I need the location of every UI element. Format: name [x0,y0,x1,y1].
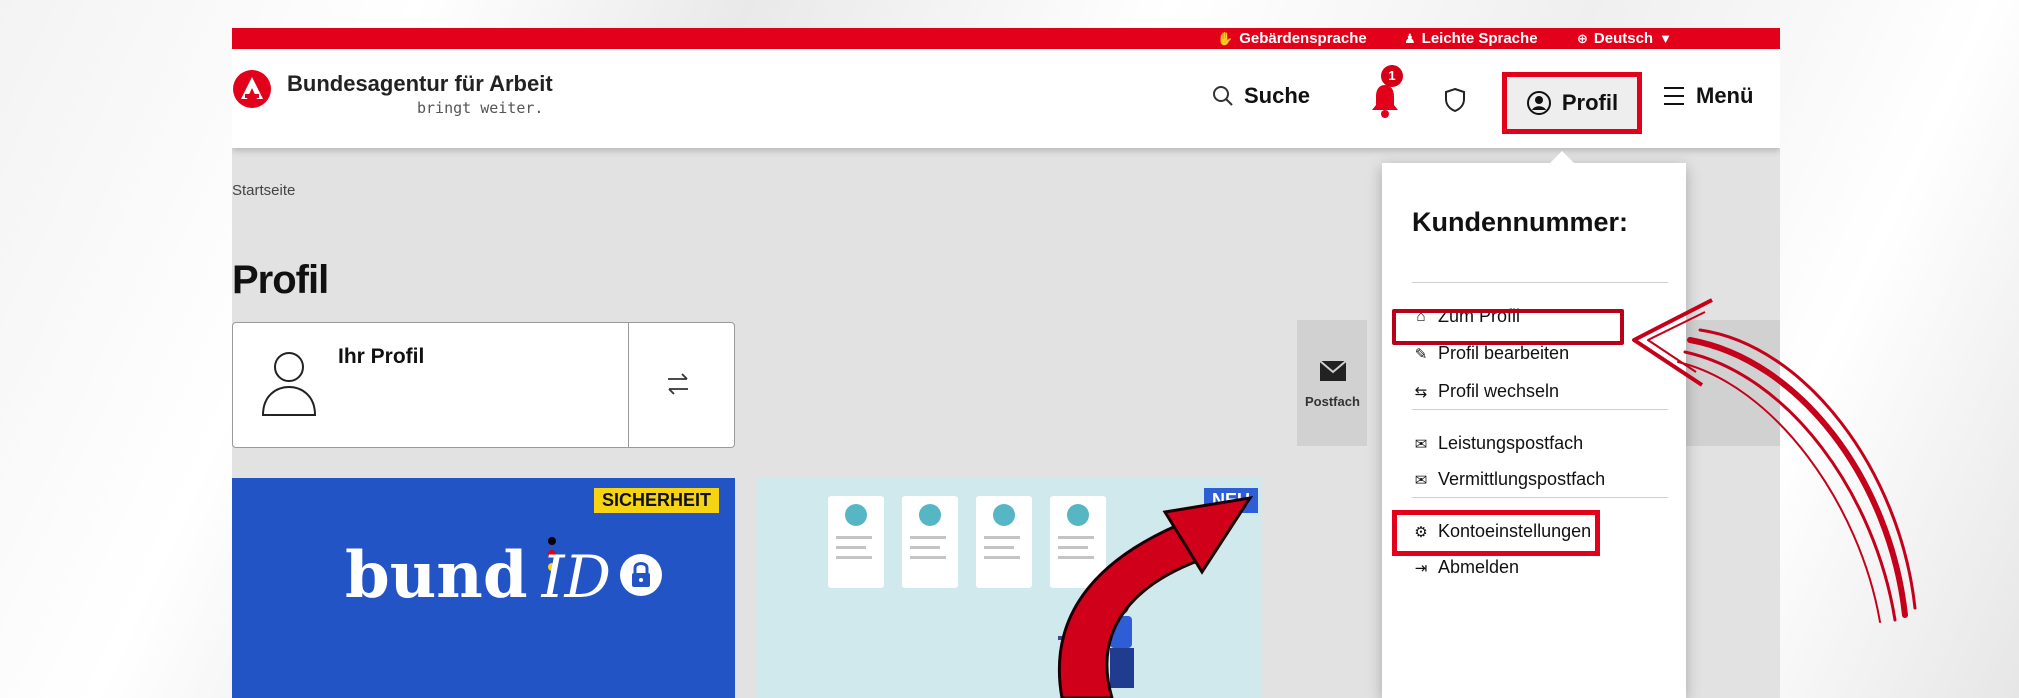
search-button[interactable]: Suche [1212,83,1310,109]
switch-arrows-icon: ⇆ [1414,383,1428,401]
search-icon [1213,86,1233,106]
highlight-profil-bearbeiten [1392,309,1624,345]
envelope-icon [1319,360,1347,381]
postfach-tile[interactable]: Postfach [1297,320,1367,446]
brand-name[interactable]: Bundesagentur für Arbeit [287,71,553,97]
site-header: Bundesagentur für Arbeit bringt weiter. … [232,49,1780,148]
profile-illustration [1050,496,1106,588]
illustration-profiles [828,496,1106,588]
dropdown-divider [1412,497,1668,498]
bund-id-card[interactable]: SICHERHEIT bund ID [232,478,735,698]
logout-icon: ⇥ [1414,559,1428,577]
hand-icon: ✋ [1217,30,1234,46]
menu-item-profil-wechseln[interactable]: ⇆ Profil wechseln [1412,381,1559,402]
menu-item-abmelden[interactable]: ⇥ Abmelden [1412,557,1519,578]
profile-illustration [976,496,1032,588]
new-tag: NEU [1204,488,1259,513]
new-feature-card[interactable]: NEU [758,478,1261,698]
profile-illustration [902,496,958,588]
profile-card[interactable]: Ihr Profil [232,322,735,448]
profile-card-label: Ihr Profil [338,345,425,368]
person-outline-icon [261,352,317,416]
menu-button[interactable]: Menü [1662,83,1753,109]
profile-dropdown: Kundennummer: ⌂ Zum Profil ✎ Profil bear… [1382,151,1686,698]
profile-button[interactable]: Profil [1502,72,1642,134]
sign-language-link[interactable]: ✋ Gebärdensprache [1217,30,1367,47]
notification-count-badge: 1 [1381,65,1403,87]
lock-icon [619,554,662,596]
easy-language-link[interactable]: ♟ Leichte Sprache [1404,30,1538,47]
shield-icon[interactable] [1444,87,1466,113]
menu-item-leistungspostfach[interactable]: ✉ Leistungspostfach [1412,433,1583,454]
user-circle-icon [1526,91,1551,115]
security-tag: SICHERHEIT [594,488,720,513]
utility-bar: ✋ Gebärdensprache ♟ Leichte Sprache ⊕ De… [232,28,1780,49]
bund-id-logo: bund ID [345,538,663,613]
globe-icon: ⊕ [1577,30,1588,46]
easy-language-icon: ♟ [1404,30,1416,46]
postfach-label: Postfach [1305,394,1360,409]
customer-number-label: Kundennummer: [1412,207,1628,237]
switch-arrows-icon[interactable] [665,371,691,397]
profile-illustration [828,496,884,588]
browser-window: ✋ Gebärdensprache ♟ Leichte Sprache ⊕ De… [232,28,1780,698]
person-at-laptop-illustration [1058,597,1134,688]
dropdown-caret [1550,151,1574,163]
envelope-icon: ✉ [1414,435,1428,453]
hamburger-icon [1664,87,1684,105]
language-select[interactable]: ⊕ Deutsch ▼ [1577,30,1672,47]
dropdown-divider [1412,282,1668,283]
menu-item-profil-bearbeiten[interactable]: ✎ Profil bearbeiten [1412,343,1569,364]
menu-item-vermittlungspostfach[interactable]: ✉ Vermittlungspostfach [1412,469,1605,490]
profile-card-divider [628,323,629,447]
ba-logo-icon[interactable] [232,69,272,109]
envelope-icon: ✉ [1414,471,1428,489]
dropdown-divider [1412,409,1668,410]
caret-down-icon: ▼ [1659,31,1672,46]
breadcrumb[interactable]: Startseite [232,182,295,199]
page-title: Profil [232,258,329,302]
pencil-icon: ✎ [1414,345,1428,363]
brand-claim: bringt weiter. [417,99,544,117]
highlight-kontoeinstellungen [1392,510,1600,556]
